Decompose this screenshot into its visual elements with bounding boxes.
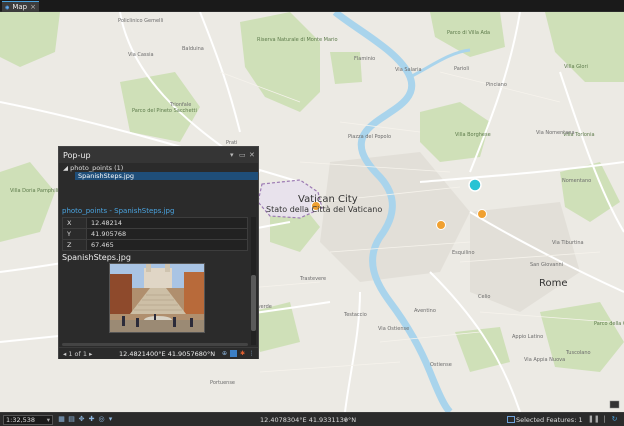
map-label: Vatican City <box>298 194 358 205</box>
attribute-value: 67.465 <box>86 239 248 251</box>
chevron-down-icon[interactable]: ▾ <box>47 416 50 424</box>
map-label: Piazza del Popolo <box>348 134 392 140</box>
options-icon[interactable]: ⋮ <box>248 350 255 357</box>
snapping-icon[interactable]: ✚ <box>87 415 96 424</box>
map-label: Tuscolano <box>566 350 591 356</box>
collapse-triangle-icon[interactable]: ◢ <box>63 164 68 172</box>
attribute-key: Z <box>62 239 87 251</box>
map-label: Via Tiburtina <box>552 240 584 246</box>
map-label: Celio <box>478 294 491 300</box>
map-label: Rome <box>539 278 568 289</box>
pager-text: 1 of 1 <box>68 350 88 358</box>
feature-pager: ◂ 1 of 1 ▸ <box>63 350 92 358</box>
table-icon[interactable]: ▤ <box>67 415 76 424</box>
status-coordinate: 12.4078304°E 41.9331130°N <box>260 416 357 424</box>
scrollbar-thumb[interactable] <box>251 275 256 331</box>
photo-point-marker <box>477 209 487 219</box>
map-label: Parco del Pineto Sacchetti <box>132 108 197 114</box>
next-feature-icon[interactable]: ▸ <box>89 350 92 358</box>
arcgis-app-window: Map × Vatican City Rome Stato della Citt… <box>0 0 624 426</box>
map-label: Via Salaria <box>395 67 422 73</box>
tab-map-label: Map <box>12 3 28 11</box>
map-label: Pinciano <box>486 82 507 88</box>
chevron-down-icon[interactable]: ▾ <box>106 415 115 424</box>
selected-photo-point-marker <box>468 178 482 192</box>
attribute-table: X 12.48214 Y 41.905768 Z 67.465 <box>62 217 248 251</box>
map-label: Testaccio <box>344 312 367 318</box>
refresh-icon[interactable]: ↻ <box>610 415 619 424</box>
map-label: Via Ostiense <box>378 326 410 332</box>
photo-point-marker <box>436 220 446 230</box>
locate-icon[interactable]: ◎ <box>97 415 106 424</box>
tab-map[interactable]: Map × <box>2 1 39 12</box>
feature-detail-scroll[interactable]: X 12.48214 Y 41.905768 Z 67.465 SpanishSteps.… <box>59 217 258 347</box>
map-label: Balduina <box>182 46 204 52</box>
popup-vertical-scrollbar[interactable] <box>251 217 256 345</box>
map-label: Trionfale <box>170 102 192 108</box>
map-label: Via Nomentana <box>536 130 575 136</box>
divider-icon: | <box>603 415 606 423</box>
map-label: Nomentano <box>562 178 592 184</box>
scale-selector[interactable]: 1:32,538 ▾ <box>3 415 53 425</box>
view-tab-strip: Map × <box>0 0 624 12</box>
close-tab-icon[interactable]: × <box>30 3 36 11</box>
zoom-to-icon[interactable]: ⊕ <box>221 350 228 357</box>
spanish-steps-photo[interactable] <box>109 263 205 333</box>
map-label: Parioli <box>454 66 470 72</box>
attribute-row: X 12.48214 <box>62 217 248 229</box>
map-label: Stato della Città del Vaticano <box>266 205 383 214</box>
map-label: Villa Glori <box>564 64 588 70</box>
popup-header: Pop-up ▾ ▭ ✕ <box>59 147 258 163</box>
map-label: Parco di Villa Ada <box>447 30 491 36</box>
image-label: SpanishSteps.jpg <box>62 253 131 262</box>
pin-icon[interactable]: ✱ <box>239 350 246 357</box>
navigate-icon[interactable]: ✥ <box>77 415 86 424</box>
map-label: Villa Doria Pamphili <box>10 188 59 194</box>
map-label: Via Cassia <box>128 52 154 58</box>
attribute-row: Y 41.905768 <box>62 228 248 240</box>
selection-icon <box>507 416 515 423</box>
map-label: Via Appia Nuova <box>524 357 566 363</box>
attribute-value: 41.905768 <box>86 228 248 240</box>
map-label: Flaminio <box>354 56 376 62</box>
popup-horizontal-scrollbar[interactable] <box>62 343 248 346</box>
map-label: Trastevere <box>300 276 327 282</box>
scale-value: 1:32,538 <box>6 416 36 424</box>
map-label: Villa Borghese <box>455 132 491 138</box>
status-bar: 1:32,538 ▾ ▦ ▤ ✥ ✚ ◎ ▾ 12.4078304°E 41.9… <box>0 412 624 426</box>
globe-icon <box>5 5 10 9</box>
popup-pane[interactable]: Pop-up ▾ ▭ ✕ ◢ photo_points (1) SpanishS… <box>58 146 259 359</box>
attribute-row: Z 67.465 <box>62 239 248 251</box>
grid-icon[interactable]: ▦ <box>57 415 66 424</box>
map-label: San Giovanni <box>530 262 564 268</box>
map-label: Parco della Caffarella <box>594 321 624 327</box>
tree-layer-photo-points[interactable]: ◢ photo_points (1) <box>63 164 123 172</box>
popup-footer: ◂ 1 of 1 ▸ 12.4821400°E 41.9057680°N ⊕ ✱… <box>59 347 258 359</box>
feature-title: photo_points - SpanishSteps.jpg <box>62 207 175 215</box>
flash-feature-icon[interactable] <box>230 350 237 357</box>
photo-image <box>110 264 204 332</box>
attribute-key: Y <box>62 228 87 240</box>
map-label: Appio Latino <box>512 334 544 340</box>
restore-window-icon[interactable]: ▭ <box>239 151 246 159</box>
popup-title: Pop-up <box>63 151 91 160</box>
coordinate-format-dropdown-icon[interactable]: ▾ <box>344 416 347 424</box>
map-label: Policlinico Gemelli <box>118 18 164 24</box>
attribute-key: X <box>62 217 87 229</box>
map-label: Esquilino <box>452 250 475 256</box>
map-label: Ostiense <box>430 362 452 368</box>
pause-drawing-icon[interactable]: ❚❚ <box>588 415 600 424</box>
basemap-gallery-icon <box>609 400 620 409</box>
previous-feature-icon[interactable]: ◂ <box>63 350 66 358</box>
map-label: Aventino <box>414 308 436 314</box>
tree-layer-label: photo_points (1) <box>70 164 124 172</box>
chevron-down-icon[interactable]: ▾ <box>230 151 234 159</box>
map-label: Portuense <box>210 380 236 386</box>
tree-item-selected[interactable]: SpanishSteps.jpg <box>75 172 258 180</box>
close-icon[interactable]: ✕ <box>249 151 255 159</box>
map-label: Riserva Naturale di Monte Mario <box>257 37 338 43</box>
attribute-value: 12.48214 <box>86 217 248 229</box>
selected-features-count[interactable]: Selected Features: 1 <box>516 416 583 424</box>
popup-coordinate: 12.4821400°E 41.9057680°N <box>119 350 216 358</box>
